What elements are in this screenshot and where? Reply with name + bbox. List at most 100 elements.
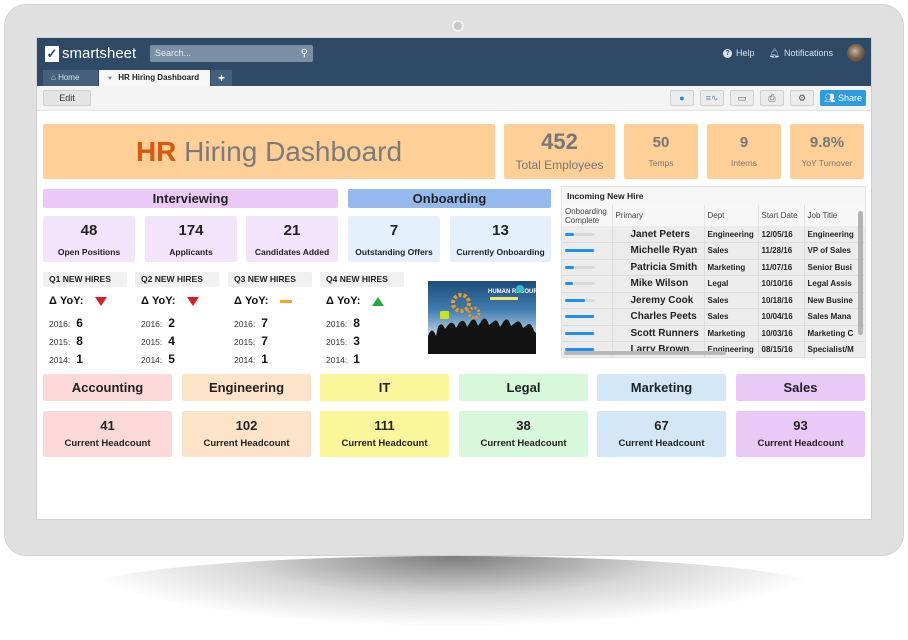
search-icon[interactable]: ⚲ — [301, 45, 308, 62]
home-icon: ⌂ — [51, 73, 56, 82]
year-row: 2016: 8 — [326, 316, 360, 330]
year-label: 2016: — [49, 319, 71, 329]
column-header[interactable]: Dept — [704, 205, 759, 226]
job-title-cell[interactable]: New Busine — [804, 292, 865, 309]
primary-cell[interactable]: Jeremy Cook — [612, 292, 705, 309]
activity-button[interactable]: ≡∿ — [700, 90, 724, 106]
dept-cell[interactable]: Legal — [704, 275, 759, 293]
start-date-cell[interactable]: 11/28/16 — [758, 242, 805, 260]
stat-label: Open Positions — [57, 247, 121, 257]
tab-home[interactable]: ⌂ Home — [43, 70, 98, 86]
primary-cell[interactable]: Charles Peets — [612, 308, 705, 326]
dept-cell[interactable]: Sales — [704, 292, 759, 309]
start-date-cell[interactable]: 10/10/16 — [758, 275, 805, 293]
job-title-cell[interactable]: Engineering — [804, 226, 865, 243]
settings-button[interactable]: ⚙ — [790, 90, 814, 106]
year-value: 8 — [353, 316, 360, 330]
users-icon: 👥︎ — [824, 93, 836, 103]
kpi-label: Total Employees — [515, 158, 604, 172]
title-text: Hiring Dashboard — [176, 136, 403, 167]
primary-cell[interactable]: Patricia Smith — [612, 259, 705, 276]
chevron-down-icon[interactable]: ▼ — [107, 76, 113, 82]
tab-hr-hiring-dashboard[interactable]: ▼ HR Hiring Dashboard × — [99, 70, 210, 99]
notifications-link[interactable]: 🔔︎ Notifications — [769, 48, 833, 59]
quarter-title: Q1 NEW HIRES — [43, 272, 127, 287]
headcount-label: Current Headcount — [480, 438, 567, 449]
year-value: 1 — [261, 352, 268, 366]
year-row: 2015: 4 — [141, 334, 175, 348]
table-row[interactable]: Mike Wilson Legal 10/10/16 Legal Assis — [562, 275, 865, 293]
dept-cell[interactable]: Marketing — [704, 325, 759, 342]
print-button[interactable]: ⎙ — [760, 90, 784, 106]
start-date-cell[interactable]: 10/18/16 — [758, 292, 805, 309]
headcount-value: 93 — [793, 418, 808, 433]
year-label: 2016: — [234, 319, 256, 329]
help-link[interactable]: ? Help — [723, 48, 755, 58]
progress-bar — [565, 298, 595, 302]
table-row[interactable]: Patricia Smith Marketing 11/07/16 Senior Bu… — [562, 259, 865, 276]
column-header[interactable]: Job Title — [804, 205, 865, 226]
tab-bar: ⌂ Home ▼ HR Hiring Dashboard × + — [37, 69, 871, 99]
job-title-cell[interactable]: Legal Assis — [804, 275, 865, 293]
dept-cell[interactable]: Engineering — [704, 341, 759, 357]
column-header[interactable]: Start Date — [758, 205, 805, 226]
nav-right: ? Help 🔔︎ Notifications — [723, 44, 865, 62]
share-button[interactable]: 👥︎ Share — [820, 90, 866, 106]
publish-button[interactable]: ● — [670, 90, 694, 106]
year-value: 4 — [168, 334, 175, 348]
primary-cell[interactable]: Scott Runners — [612, 325, 705, 342]
start-date-cell[interactable]: 10/04/16 — [758, 308, 805, 326]
onboarding-progress-cell — [562, 292, 613, 309]
horizontal-scrollbar[interactable] — [564, 351, 726, 355]
plus-icon: + — [217, 71, 225, 85]
year-label: 2015: — [234, 337, 256, 347]
year-label: 2014: — [49, 355, 71, 365]
headcount-label: Current Headcount — [618, 438, 705, 449]
table-row[interactable]: Larry Brown Engineering 08/15/16 Specialist… — [562, 341, 865, 357]
job-title-cell[interactable]: Senior Busi — [804, 259, 865, 276]
table-row[interactable]: Michelle Ryan Sales 11/28/16 VP of Sales — [562, 242, 865, 260]
search-input[interactable]: Search... ⚲ — [150, 45, 313, 62]
job-title-cell[interactable]: Specialist/M — [804, 341, 865, 357]
onboarding-progress-cell — [562, 325, 613, 342]
primary-cell[interactable]: Janet Peters — [612, 226, 705, 243]
user-avatar[interactable] — [847, 44, 865, 62]
dept-cell[interactable]: Marketing — [704, 259, 759, 276]
dept-cell[interactable]: Engineering — [704, 226, 759, 243]
dept-cell[interactable]: Sales — [704, 308, 759, 326]
table-row[interactable]: Charles Peets Sales 10/04/16 Sales Mana — [562, 308, 865, 326]
trend-up-icon — [372, 296, 385, 306]
primary-cell[interactable]: Mike Wilson — [612, 275, 705, 293]
year-row: 2014: 1 — [234, 352, 268, 366]
year-value: 5 — [168, 352, 175, 366]
start-date-cell[interactable]: 12/05/16 — [758, 226, 805, 243]
job-title-cell[interactable]: VP of Sales — [804, 242, 865, 260]
dept-header: Accounting — [43, 374, 172, 401]
vertical-scrollbar[interactable] — [858, 211, 863, 335]
title-accent: HR — [135, 136, 177, 167]
settings-icon: ⚙ — [797, 93, 807, 103]
table-row[interactable]: Scott Runners Marketing 10/03/16 Marketing … — [562, 325, 865, 342]
edit-button[interactable]: Edit — [43, 90, 91, 106]
dept-cell[interactable]: Sales — [704, 242, 759, 260]
table-row[interactable]: Janet Peters Engineering 12/05/16 Engineeri… — [562, 226, 865, 243]
presentation-button[interactable]: ▭ — [730, 90, 754, 106]
job-title-cell[interactable]: Sales Mana — [804, 308, 865, 326]
primary-cell[interactable]: Michelle Ryan — [612, 242, 705, 260]
start-date-cell[interactable]: 08/15/16 — [758, 341, 805, 357]
table-row[interactable]: Jeremy Cook Sales 10/18/16 New Busine — [562, 292, 865, 309]
kpi-value: 9 — [739, 134, 749, 151]
start-date-cell[interactable]: 10/03/16 — [758, 325, 805, 342]
search-placeholder: Search... — [155, 48, 192, 58]
kpi-value: 452 — [541, 129, 578, 154]
start-date-cell[interactable]: 11/07/16 — [758, 259, 805, 276]
column-header[interactable]: Onboarding Complete — [562, 205, 613, 226]
kpi-temps: 50 Temps — [624, 124, 698, 179]
primary-cell[interactable]: Larry Brown — [612, 341, 705, 357]
smartsheet-logo[interactable]: ✓ smartsheet — [45, 45, 136, 62]
job-title-cell[interactable]: Marketing C — [804, 325, 865, 342]
progress-fill — [565, 298, 585, 302]
add-tab-button[interactable]: + — [211, 70, 232, 86]
column-header[interactable]: Primary — [612, 205, 705, 226]
toolbar: Edit ● ≡∿ ▭ ⎙ ⚙ 👥︎ Share — [37, 86, 871, 111]
